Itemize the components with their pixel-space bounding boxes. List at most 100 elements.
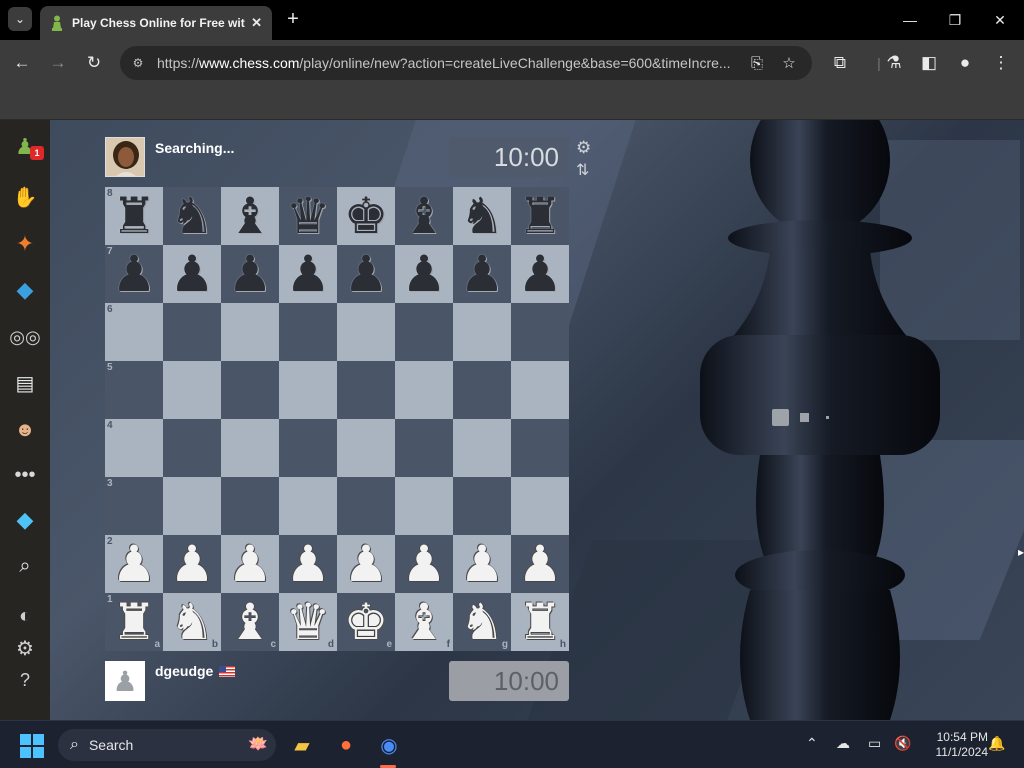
- board-square-d7[interactable]: ♟: [279, 245, 337, 303]
- volume-muted-icon[interactable]: 🔇: [894, 735, 911, 752]
- board-square-a5[interactable]: 5: [105, 361, 163, 419]
- flip-board-icon[interactable]: ⇅: [576, 160, 589, 180]
- black-rook-icon[interactable]: ♜: [518, 187, 563, 245]
- restore-button[interactable]: ❐: [940, 8, 970, 32]
- firefox-icon[interactable]: ●: [330, 729, 362, 761]
- puzzle-icon[interactable]: ✦: [10, 229, 40, 259]
- profile-icon[interactable]: ●: [952, 50, 978, 76]
- black-pawn-icon[interactable]: ♟: [170, 245, 215, 303]
- board-square-c4[interactable]: [221, 419, 279, 477]
- tab-close-icon[interactable]: ✕: [251, 15, 262, 31]
- board-square-f3[interactable]: [395, 477, 453, 535]
- board-square-b1[interactable]: b ♞: [163, 593, 221, 651]
- black-king-icon[interactable]: ♚: [344, 187, 389, 245]
- white-king-icon[interactable]: ♚: [344, 593, 389, 651]
- board-square-d1[interactable]: d ♛: [279, 593, 337, 651]
- white-pawn-icon[interactable]: ♟: [460, 535, 505, 593]
- black-pawn-icon[interactable]: ♟: [344, 245, 389, 303]
- help-icon[interactable]: ?: [10, 665, 40, 695]
- black-pawn-icon[interactable]: ♟: [286, 245, 331, 303]
- close-window-button[interactable]: ✕: [985, 8, 1015, 32]
- social-icon[interactable]: ☻: [10, 415, 40, 445]
- board-square-h4[interactable]: [511, 419, 569, 477]
- network-icon[interactable]: ▭: [868, 735, 881, 752]
- board-square-b4[interactable]: [163, 419, 221, 477]
- board-square-h7[interactable]: ♟: [511, 245, 569, 303]
- board-square-f1[interactable]: f ♝: [395, 593, 453, 651]
- board-square-a1[interactable]: 1 a ♜: [105, 593, 163, 651]
- white-knight-icon[interactable]: ♞: [460, 593, 505, 651]
- board-square-a4[interactable]: 4: [105, 419, 163, 477]
- board-square-g2[interactable]: ♟: [453, 535, 511, 593]
- white-pawn-icon[interactable]: ♟: [402, 535, 447, 593]
- board-square-h2[interactable]: ♟: [511, 535, 569, 593]
- board-square-e5[interactable]: [337, 361, 395, 419]
- board-square-c8[interactable]: ♝: [221, 187, 279, 245]
- board-square-h5[interactable]: [511, 361, 569, 419]
- black-bishop-icon[interactable]: ♝: [228, 187, 273, 245]
- white-bishop-icon[interactable]: ♝: [402, 593, 447, 651]
- notification-bell-icon[interactable]: 🔔: [988, 735, 1005, 752]
- chrome-icon[interactable]: ◉: [373, 729, 405, 761]
- board-square-e6[interactable]: [337, 303, 395, 361]
- board-square-d3[interactable]: [279, 477, 337, 535]
- new-tab-button[interactable]: +: [282, 8, 304, 30]
- board-square-d5[interactable]: [279, 361, 337, 419]
- board-square-g4[interactable]: [453, 419, 511, 477]
- board-square-a6[interactable]: 6: [105, 303, 163, 361]
- bookmark-star-icon[interactable]: ☆: [778, 52, 800, 74]
- white-pawn-icon[interactable]: ♟: [286, 535, 331, 593]
- board-square-e7[interactable]: ♟: [337, 245, 395, 303]
- tab-active[interactable]: Play Chess Online for Free with ✕: [40, 6, 272, 40]
- board-square-h8[interactable]: ♜: [511, 187, 569, 245]
- board-square-g7[interactable]: ♟: [453, 245, 511, 303]
- black-rook-icon[interactable]: ♜: [112, 187, 157, 245]
- black-pawn-icon[interactable]: ♟: [460, 245, 505, 303]
- white-pawn-icon[interactable]: ♟: [344, 535, 389, 593]
- black-pawn-icon[interactable]: ♟: [228, 245, 273, 303]
- url-text[interactable]: https://www.chess.com/play/online/new?ac…: [157, 55, 755, 71]
- diamond-icon[interactable]: ◆: [10, 505, 40, 535]
- board-square-c6[interactable]: [221, 303, 279, 361]
- forward-button[interactable]: →: [45, 50, 71, 76]
- board-square-c2[interactable]: ♟: [221, 535, 279, 593]
- install-app-icon[interactable]: ⎘: [746, 52, 768, 74]
- white-rook-icon[interactable]: ♜: [112, 593, 157, 651]
- white-rook-icon[interactable]: ♜: [518, 593, 563, 651]
- board-square-c7[interactable]: ♟: [221, 245, 279, 303]
- minimize-button[interactable]: —: [895, 8, 925, 32]
- black-pawn-icon[interactable]: ♟: [518, 245, 563, 303]
- board-square-f2[interactable]: ♟: [395, 535, 453, 593]
- reload-button[interactable]: ↻: [81, 50, 107, 76]
- board-square-c3[interactable]: [221, 477, 279, 535]
- board-square-e4[interactable]: [337, 419, 395, 477]
- board-square-a8[interactable]: 8 ♜: [105, 187, 163, 245]
- settings-icon[interactable]: ⚙: [10, 633, 40, 663]
- black-bishop-icon[interactable]: ♝: [402, 187, 447, 245]
- board-square-a7[interactable]: 7 ♟: [105, 245, 163, 303]
- tray-chevron-up-icon[interactable]: ⌃: [806, 735, 818, 752]
- black-queen-icon[interactable]: ♛: [286, 187, 331, 245]
- black-pawn-icon[interactable]: ♟: [402, 245, 447, 303]
- board-square-h1[interactable]: h ♜: [511, 593, 569, 651]
- start-windows-icon[interactable]: [20, 734, 44, 758]
- board-square-g6[interactable]: [453, 303, 511, 361]
- tab-search-button[interactable]: ⌄: [8, 7, 32, 31]
- board-square-g8[interactable]: ♞: [453, 187, 511, 245]
- board-square-e1[interactable]: e ♚: [337, 593, 395, 651]
- news-icon[interactable]: ▤: [10, 368, 40, 398]
- taskbar-search[interactable]: ⌕ Search 🪷: [58, 729, 276, 761]
- board-square-d4[interactable]: [279, 419, 337, 477]
- board-square-e3[interactable]: [337, 477, 395, 535]
- board-square-g5[interactable]: [453, 361, 511, 419]
- board-square-f5[interactable]: [395, 361, 453, 419]
- board-square-c5[interactable]: [221, 361, 279, 419]
- board-square-c1[interactable]: c ♝: [221, 593, 279, 651]
- board-square-a3[interactable]: 3: [105, 477, 163, 535]
- chess-pawn-icon[interactable]: ♟ 1: [10, 132, 44, 162]
- onedrive-offline-icon[interactable]: ☁: [836, 735, 850, 752]
- board-square-d8[interactable]: ♛: [279, 187, 337, 245]
- chess-board[interactable]: 8 ♜ ♞ ♝ ♛ ♚ ♝ ♞ ♜ 7 ♟ ♟ ♟ ♟ ♟ ♟ ♟ ♟ 6 5 4 3 2 ♟ ♟ ♟ ♟ ♟ ♟ ♟ ♟ 1 a ♜ b ♞ c ♝ d ♛…: [105, 187, 569, 651]
- board-square-f8[interactable]: ♝: [395, 187, 453, 245]
- learn-icon[interactable]: ◆: [10, 275, 40, 305]
